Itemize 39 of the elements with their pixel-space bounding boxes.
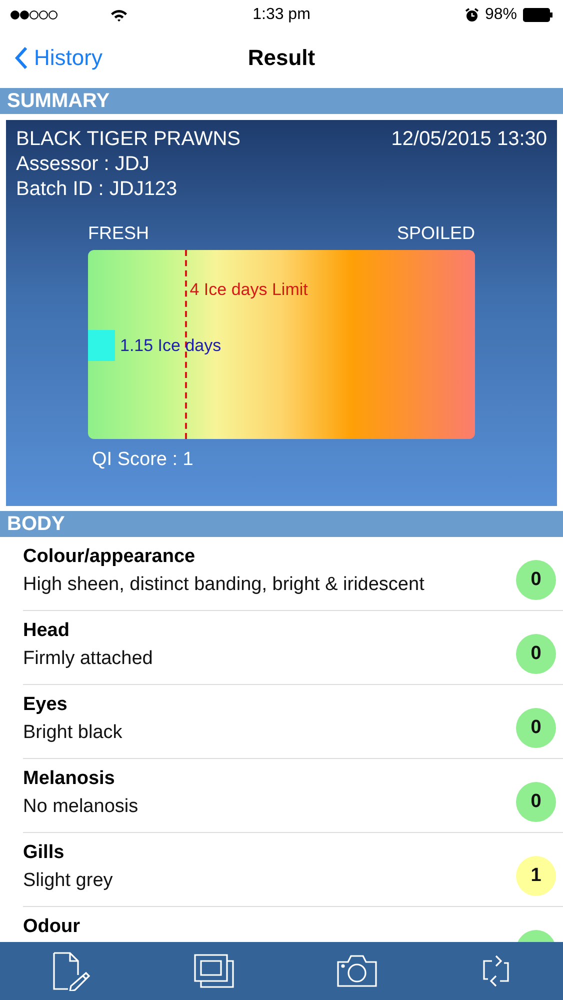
score-badge: 0 [516,634,556,674]
attribute-name: Colour/appearance [23,546,196,568]
screen-title: Result [248,45,316,71]
chevron-icon [14,46,28,70]
pictures-icon[interactable] [192,953,235,989]
battery-percentage: 98% [484,6,517,24]
limit-label: 4 Ice days Limit [190,280,308,300]
score-badge: 0 [516,782,556,822]
section-header: SUMMARY [0,88,563,114]
camera-icon[interactable] [336,954,378,988]
status-time: 1:33 pm [252,6,310,24]
score-badge: 0 [516,560,556,600]
ice-days-label: 1.15 Ice days [120,336,222,356]
battery-icon [523,8,553,22]
alarm-clock-icon [464,8,479,22]
signal-icon [10,10,58,20]
edit-document-icon[interactable] [50,951,91,991]
score-badge: 1 [516,856,556,896]
batch-id-text: Batch ID : JDJ123 [16,178,178,201]
attribute-name: Melanosis [23,768,116,790]
back-button[interactable]: History [0,45,102,71]
assessment-date: 12/05/2015 13:30 [391,128,547,151]
attribute-description: Bright black [23,722,124,744]
fresh-label: FRESH [88,223,150,244]
product-name: BLACK TIGER PRAWNS [16,128,240,151]
assessor-text: Assessor : JDJ [16,153,150,176]
attribute-description: Slight grey [23,870,114,892]
attribute-name: Gills [23,842,66,864]
attribute-name: Eyes [23,694,68,716]
section-header: BODY [0,511,563,537]
attribute-description: Firmly attached [23,648,154,670]
attribute-name: Odour [23,916,81,938]
attribute-description: No melanosis [23,796,140,818]
qi-score: QI Score : 1 [91,449,194,471]
wifi-icon [110,8,128,22]
attribute-description: High sheen, distinct banding, bright & iridescent [23,574,426,596]
attribute-name: Head [23,620,70,642]
spoiled-label: SPOILED [396,223,475,244]
score-badge: 0 [516,708,556,748]
